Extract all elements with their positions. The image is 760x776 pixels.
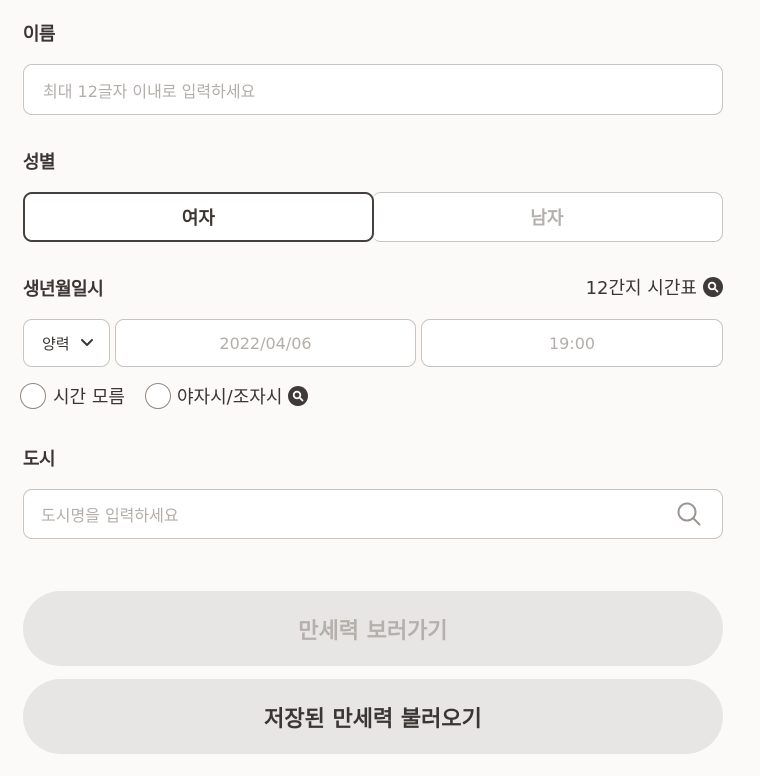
gender-male-button[interactable]: 남자 — [372, 192, 723, 242]
name-label: 이름 — [23, 24, 56, 45]
gender-female-label: 여자 — [181, 208, 216, 229]
birth-time-placeholder: 19:00 — [548, 333, 596, 353]
night-time-label: 야자시/조자시 — [177, 387, 283, 408]
gender-female-button[interactable]: 여자 — [23, 192, 374, 242]
view-manseryeok-label: 만세력 보러가기 — [298, 618, 448, 644]
city-input-placeholder: 도시명을 입력하세요 — [41, 506, 179, 525]
magnifier-badge-icon — [703, 277, 723, 297]
load-saved-manseryeok-label: 저장된 만세력 불러오기 — [264, 706, 482, 732]
birth-date-placeholder: 2022/04/06 — [219, 333, 312, 353]
name-input-placeholder: 최대 12글자 이내로 입력하세요 — [43, 81, 256, 101]
view-manseryeok-button[interactable]: 만세력 보러가기 — [23, 591, 723, 666]
city-label: 도시 — [23, 449, 56, 470]
load-saved-manseryeok-button[interactable]: 저장된 만세력 불러오기 — [23, 679, 723, 754]
city-input[interactable]: 도시명을 입력하세요 — [23, 489, 723, 539]
gender-male-label: 남자 — [530, 208, 564, 229]
magnifier-badge-icon[interactable] — [288, 386, 309, 406]
unknown-time-radio[interactable] — [20, 383, 46, 409]
gender-label: 성별 — [23, 152, 56, 173]
birth-label: 생년월일시 — [23, 279, 104, 300]
calendar-type-select[interactable]: 양력 — [23, 319, 110, 367]
name-input[interactable]: 최대 12글자 이내로 입력하세요 — [23, 64, 723, 115]
chevron-down-icon — [80, 339, 93, 346]
birth-date-input[interactable]: 2022/04/06 — [115, 319, 416, 367]
birth-time-input[interactable]: 19:00 — [421, 319, 723, 367]
unknown-time-option[interactable]: 시간 모름 — [20, 383, 125, 409]
zodiac-time-table-link[interactable]: 12간지 시간표 — [586, 274, 723, 300]
night-time-radio[interactable] — [145, 383, 171, 409]
unknown-time-label: 시간 모름 — [53, 387, 125, 408]
zodiac-time-table-label: 12간지 시간표 — [585, 278, 697, 299]
night-time-option[interactable]: 야자시/조자시 — [145, 383, 309, 409]
calendar-type-value: 양력 — [42, 334, 70, 353]
search-icon[interactable] — [676, 501, 702, 527]
